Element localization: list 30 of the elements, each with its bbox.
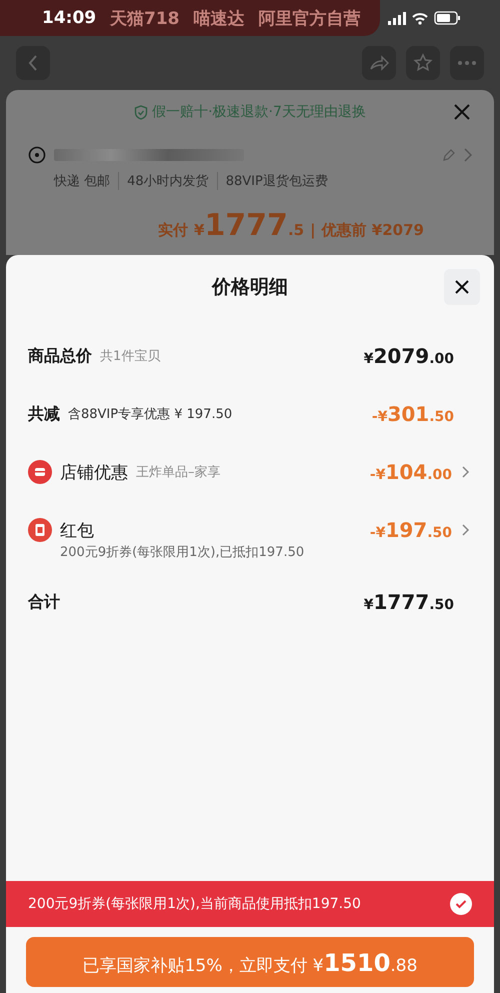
row-note: 含88VIP专享优惠 ¥ 197.50: [68, 406, 232, 423]
row-label: 合计: [28, 592, 60, 612]
paid-label: 实付: [158, 221, 188, 240]
row-label: 红包: [60, 520, 94, 542]
sheet-title: 价格明细: [212, 275, 288, 300]
banner-text: 天猫718: [110, 8, 180, 30]
row-label: 店铺优惠: [60, 462, 128, 484]
separator: |: [310, 221, 316, 239]
original-price: 优惠前 ¥2079: [322, 221, 424, 240]
row-note: 共1件宝贝: [100, 348, 160, 365]
shipping-info: 快递 包邮: [54, 173, 110, 190]
row-label: 商品总价: [28, 346, 92, 366]
banner-text: 喵速达: [194, 8, 244, 30]
banner-text: 阿里官方自营: [258, 8, 360, 30]
paid-amount: ¥1777.5: [194, 208, 304, 243]
pay-button[interactable]: 已享国家补贴15%，立即支付 ¥1510.88: [26, 937, 474, 987]
price-amount: -¥104.00: [370, 460, 452, 484]
price-amount: -¥197.50: [370, 518, 452, 542]
row-note: 王炸单品–家享: [136, 464, 220, 481]
shipping-info: 48小时内发货: [118, 172, 209, 190]
guarantee-text: 假一赔十·极速退款·7天无理由退换: [134, 103, 366, 121]
price-amount: ¥2079.00: [364, 344, 454, 368]
coupon-bar[interactable]: 200元9折券(每张限用1次),当前商品使用抵扣197.50: [6, 881, 494, 927]
price-amount: -¥301.50: [372, 402, 454, 426]
coupon-text: 200元9折券(每张限用1次),当前商品使用抵扣197.50: [28, 895, 361, 913]
coupon-detail: 200元9折券(每张限用1次),已抵扣197.50: [60, 544, 306, 561]
status-time: 14:09: [42, 8, 96, 28]
shipping-info: 88VIP退货包运费: [216, 172, 328, 190]
price-amount: ¥1777.50: [364, 590, 454, 614]
row-label: 共减: [28, 404, 60, 424]
